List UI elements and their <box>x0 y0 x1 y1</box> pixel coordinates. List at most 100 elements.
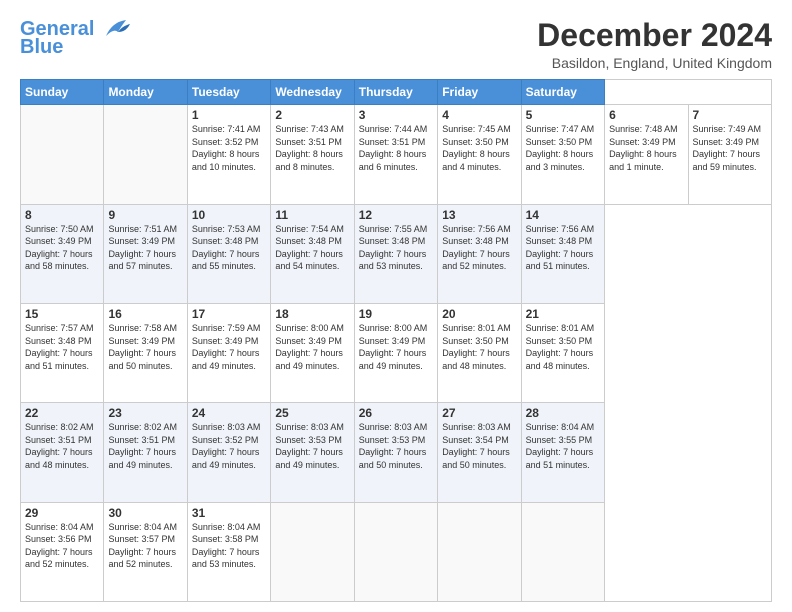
day-info: Sunrise: 7:58 AMSunset: 3:49 PMDaylight:… <box>108 322 182 372</box>
day-number: 15 <box>25 307 99 321</box>
calendar-day-cell: 30Sunrise: 8:04 AMSunset: 3:57 PMDayligh… <box>104 502 187 601</box>
day-info: Sunrise: 8:01 AMSunset: 3:50 PMDaylight:… <box>442 322 516 372</box>
calendar-day-cell: 3Sunrise: 7:44 AMSunset: 3:51 PMDaylight… <box>354 105 437 204</box>
day-number: 2 <box>275 108 349 122</box>
day-info: Sunrise: 7:44 AMSunset: 3:51 PMDaylight:… <box>359 123 433 173</box>
calendar-day-cell: 7Sunrise: 7:49 AMSunset: 3:49 PMDaylight… <box>688 105 772 204</box>
day-number: 24 <box>192 406 266 420</box>
day-number: 5 <box>526 108 600 122</box>
day-info: Sunrise: 7:49 AMSunset: 3:49 PMDaylight:… <box>693 123 768 173</box>
title-section: December 2024 Basildon, England, United … <box>537 18 772 71</box>
calendar-week-row: 8Sunrise: 7:50 AMSunset: 3:49 PMDaylight… <box>21 204 772 303</box>
calendar-day-cell <box>438 502 521 601</box>
day-number: 18 <box>275 307 349 321</box>
day-number: 1 <box>192 108 266 122</box>
calendar-day-cell: 31Sunrise: 8:04 AMSunset: 3:58 PMDayligh… <box>187 502 270 601</box>
day-info: Sunrise: 7:41 AMSunset: 3:52 PMDaylight:… <box>192 123 266 173</box>
day-number: 4 <box>442 108 516 122</box>
calendar-table: SundayMondayTuesdayWednesdayThursdayFrid… <box>20 79 772 602</box>
day-info: Sunrise: 8:00 AMSunset: 3:49 PMDaylight:… <box>359 322 433 372</box>
day-number: 14 <box>526 208 600 222</box>
weekday-header: Tuesday <box>187 80 270 105</box>
calendar-day-cell <box>271 502 354 601</box>
calendar-day-cell: 17Sunrise: 7:59 AMSunset: 3:49 PMDayligh… <box>187 303 270 402</box>
calendar-day-cell: 26Sunrise: 8:03 AMSunset: 3:53 PMDayligh… <box>354 403 437 502</box>
day-number: 13 <box>442 208 516 222</box>
day-number: 29 <box>25 506 99 520</box>
main-title: December 2024 <box>537 18 772 53</box>
calendar-day-cell: 18Sunrise: 8:00 AMSunset: 3:49 PMDayligh… <box>271 303 354 402</box>
weekday-header: Saturday <box>521 80 604 105</box>
logo-bird-icon <box>98 18 130 40</box>
calendar-day-cell: 29Sunrise: 8:04 AMSunset: 3:56 PMDayligh… <box>21 502 104 601</box>
day-number: 7 <box>693 108 768 122</box>
day-number: 28 <box>526 406 600 420</box>
day-number: 21 <box>526 307 600 321</box>
calendar-day-cell: 24Sunrise: 8:03 AMSunset: 3:52 PMDayligh… <box>187 403 270 502</box>
calendar-day-cell: 14Sunrise: 7:56 AMSunset: 3:48 PMDayligh… <box>521 204 604 303</box>
day-info: Sunrise: 7:47 AMSunset: 3:50 PMDaylight:… <box>526 123 600 173</box>
logo: General Blue <box>20 18 130 59</box>
calendar-week-row: 22Sunrise: 8:02 AMSunset: 3:51 PMDayligh… <box>21 403 772 502</box>
calendar-day-cell: 13Sunrise: 7:56 AMSunset: 3:48 PMDayligh… <box>438 204 521 303</box>
day-info: Sunrise: 7:54 AMSunset: 3:48 PMDaylight:… <box>275 223 349 273</box>
calendar-week-row: 1Sunrise: 7:41 AMSunset: 3:52 PMDaylight… <box>21 105 772 204</box>
day-number: 12 <box>359 208 433 222</box>
day-info: Sunrise: 7:56 AMSunset: 3:48 PMDaylight:… <box>526 223 600 273</box>
day-number: 11 <box>275 208 349 222</box>
calendar-day-cell: 21Sunrise: 8:01 AMSunset: 3:50 PMDayligh… <box>521 303 604 402</box>
day-info: Sunrise: 7:48 AMSunset: 3:49 PMDaylight:… <box>609 123 683 173</box>
day-info: Sunrise: 8:04 AMSunset: 3:57 PMDaylight:… <box>108 521 182 571</box>
calendar-day-cell: 27Sunrise: 8:03 AMSunset: 3:54 PMDayligh… <box>438 403 521 502</box>
day-number: 31 <box>192 506 266 520</box>
day-number: 25 <box>275 406 349 420</box>
calendar-week-row: 29Sunrise: 8:04 AMSunset: 3:56 PMDayligh… <box>21 502 772 601</box>
day-number: 6 <box>609 108 683 122</box>
calendar-day-cell: 2Sunrise: 7:43 AMSunset: 3:51 PMDaylight… <box>271 105 354 204</box>
day-info: Sunrise: 7:57 AMSunset: 3:48 PMDaylight:… <box>25 322 99 372</box>
calendar-day-cell: 4Sunrise: 7:45 AMSunset: 3:50 PMDaylight… <box>438 105 521 204</box>
calendar-day-cell <box>21 105 104 204</box>
day-info: Sunrise: 7:45 AMSunset: 3:50 PMDaylight:… <box>442 123 516 173</box>
day-info: Sunrise: 7:59 AMSunset: 3:49 PMDaylight:… <box>192 322 266 372</box>
header: General Blue December 2024 Basildon, Eng… <box>20 18 772 71</box>
weekday-header: Thursday <box>354 80 437 105</box>
day-info: Sunrise: 8:04 AMSunset: 3:58 PMDaylight:… <box>192 521 266 571</box>
calendar-day-cell <box>104 105 187 204</box>
day-number: 3 <box>359 108 433 122</box>
day-info: Sunrise: 8:03 AMSunset: 3:53 PMDaylight:… <box>359 421 433 471</box>
calendar-day-cell <box>354 502 437 601</box>
page: General Blue December 2024 Basildon, Eng… <box>0 0 792 612</box>
calendar-day-cell: 5Sunrise: 7:47 AMSunset: 3:50 PMDaylight… <box>521 105 604 204</box>
calendar-day-cell: 19Sunrise: 8:00 AMSunset: 3:49 PMDayligh… <box>354 303 437 402</box>
day-number: 9 <box>108 208 182 222</box>
logo-blue: Blue <box>20 36 63 59</box>
calendar-day-cell: 1Sunrise: 7:41 AMSunset: 3:52 PMDaylight… <box>187 105 270 204</box>
calendar-day-cell: 22Sunrise: 8:02 AMSunset: 3:51 PMDayligh… <box>21 403 104 502</box>
day-number: 19 <box>359 307 433 321</box>
day-number: 27 <box>442 406 516 420</box>
calendar-day-cell: 28Sunrise: 8:04 AMSunset: 3:55 PMDayligh… <box>521 403 604 502</box>
day-info: Sunrise: 7:56 AMSunset: 3:48 PMDaylight:… <box>442 223 516 273</box>
day-info: Sunrise: 8:02 AMSunset: 3:51 PMDaylight:… <box>25 421 99 471</box>
day-number: 20 <box>442 307 516 321</box>
day-info: Sunrise: 7:51 AMSunset: 3:49 PMDaylight:… <box>108 223 182 273</box>
calendar-week-row: 15Sunrise: 7:57 AMSunset: 3:48 PMDayligh… <box>21 303 772 402</box>
day-info: Sunrise: 8:04 AMSunset: 3:55 PMDaylight:… <box>526 421 600 471</box>
day-info: Sunrise: 7:43 AMSunset: 3:51 PMDaylight:… <box>275 123 349 173</box>
day-info: Sunrise: 8:01 AMSunset: 3:50 PMDaylight:… <box>526 322 600 372</box>
day-number: 8 <box>25 208 99 222</box>
calendar-day-cell: 25Sunrise: 8:03 AMSunset: 3:53 PMDayligh… <box>271 403 354 502</box>
calendar-day-cell <box>521 502 604 601</box>
calendar-day-cell: 8Sunrise: 7:50 AMSunset: 3:49 PMDaylight… <box>21 204 104 303</box>
day-info: Sunrise: 8:03 AMSunset: 3:53 PMDaylight:… <box>275 421 349 471</box>
weekday-header: Sunday <box>21 80 104 105</box>
weekday-header: Wednesday <box>271 80 354 105</box>
day-number: 17 <box>192 307 266 321</box>
subtitle: Basildon, England, United Kingdom <box>537 55 772 71</box>
weekday-header: Monday <box>104 80 187 105</box>
calendar-day-cell: 11Sunrise: 7:54 AMSunset: 3:48 PMDayligh… <box>271 204 354 303</box>
day-info: Sunrise: 7:50 AMSunset: 3:49 PMDaylight:… <box>25 223 99 273</box>
day-number: 23 <box>108 406 182 420</box>
weekday-header: Friday <box>438 80 521 105</box>
